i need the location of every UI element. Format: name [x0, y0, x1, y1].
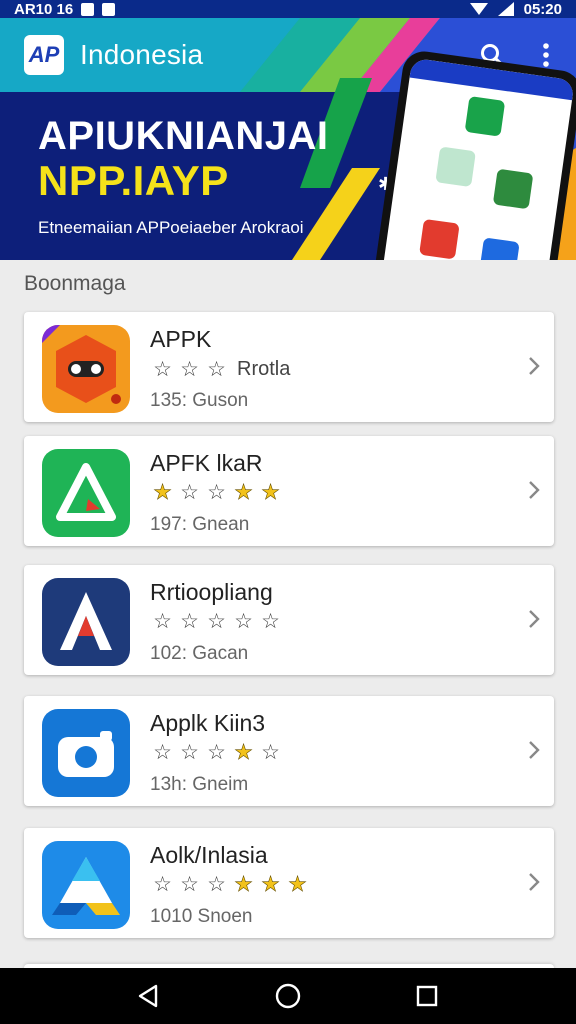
app-logo: AP — [24, 35, 64, 75]
owl-app-icon — [42, 325, 130, 413]
rating-row: ☆ ☆ ☆ ★ ☆ — [150, 741, 283, 764]
wifi-icon — [469, 3, 488, 15]
status-bar: AR10 16 05:20 — [0, 0, 576, 18]
star-empty-icon: ☆ — [180, 610, 199, 633]
signal-icon — [497, 2, 514, 16]
chevron-right-icon — [529, 357, 540, 375]
notification-icon — [81, 2, 95, 16]
notification-icon-2 — [102, 2, 116, 16]
app-card[interactable]: Aolk/Inlasia ☆ ☆ ☆ ★ ★ ★ 1010 Snoen — [24, 828, 554, 938]
star-empty-icon: ☆ — [180, 357, 199, 381]
star-empty-icon: ☆ — [234, 610, 253, 633]
star-filled-icon: ★ — [153, 481, 172, 504]
star-filled-icon: ★ — [234, 741, 253, 764]
rating-row: ☆ ☆ ☆ Rrotla — [150, 358, 290, 381]
star-empty-icon: ☆ — [261, 741, 280, 764]
star-empty-icon: ☆ — [207, 741, 226, 764]
app-name: Aolk/Inlasia — [150, 842, 268, 868]
star-empty-icon: ☆ — [153, 357, 172, 381]
star-empty-icon: ☆ — [180, 873, 199, 896]
drive-triangle-app-icon — [42, 841, 130, 929]
banner-tagline: Etneemaiian APPoeiaeber Arokraoi — [38, 218, 304, 237]
chevron-right-icon — [529, 741, 540, 759]
star-empty-icon: ☆ — [153, 610, 172, 633]
star-empty-icon: ☆ — [153, 741, 172, 764]
banner-text: APIUKNIANJAI NPP.IAYP Etneemaiian APPoei… — [38, 114, 368, 238]
rating-label: Rrotla — [237, 358, 291, 380]
app-title: Indonesia — [80, 39, 204, 70]
app-card[interactable]: APPK ☆ ☆ ☆ Rrotla 135: Guson — [24, 312, 554, 422]
status-time: 05:20 — [523, 0, 562, 18]
section-title: Boonmaga — [24, 272, 126, 295]
app-meta: 102: Gacan — [150, 643, 249, 664]
star-empty-icon: ☆ — [180, 481, 199, 504]
app-meta: 135: Guson — [150, 390, 249, 411]
rating-row: ☆ ☆ ☆ ★ ★ ★ — [150, 873, 310, 896]
chevron-right-icon — [529, 481, 540, 499]
app-card[interactable]: APFK lkaR ★ ☆ ☆ ★ ★ 197: Gnean — [24, 436, 554, 546]
star-empty-icon: ☆ — [261, 610, 280, 633]
star-filled-icon: ★ — [288, 873, 307, 896]
star-empty-icon: ☆ — [207, 873, 226, 896]
app-meta: 13h: Gneim — [150, 774, 249, 795]
rating-row: ☆ ☆ ☆ ☆ ☆ — [150, 611, 283, 633]
play-triangle-app-icon — [42, 449, 130, 537]
star-filled-icon: ★ — [261, 481, 280, 504]
phone-mockup — [372, 48, 576, 260]
star-empty-icon: ☆ — [180, 741, 199, 764]
back-icon[interactable] — [129, 976, 169, 1016]
chevron-right-icon — [529, 610, 540, 628]
app-card[interactable]: Rrtioopliang ☆ ☆ ☆ ☆ ☆ 102: Gacan — [24, 565, 554, 675]
more-vert-icon[interactable] — [532, 41, 560, 69]
letter-a-app-icon — [42, 578, 130, 666]
recents-icon[interactable] — [407, 976, 447, 1016]
star-empty-icon: ☆ — [207, 357, 226, 381]
banner-subtitle: NPP.IAYP — [38, 157, 229, 204]
app-name: Applk Kiin3 — [150, 710, 266, 736]
star-empty-icon: ☆ — [207, 610, 226, 633]
star-filled-icon: ★ — [234, 481, 253, 504]
camera-app-icon — [42, 709, 130, 797]
header-banner: ✱ AP Indonesia APIUKNIANJAI NPP.IAYP Etn… — [0, 18, 576, 260]
app-name: APFK lkaR — [150, 450, 263, 476]
star-filled-icon: ★ — [261, 873, 280, 896]
app-name: Rrtioopliang — [150, 579, 273, 605]
navigation-bar — [0, 968, 576, 1024]
app-meta: 197: Gnean — [150, 514, 250, 535]
app-card[interactable]: Applk Kiin3 ☆ ☆ ☆ ★ ☆ 13h: Gneim — [24, 696, 554, 806]
app-meta: 1010 Snoen — [150, 906, 253, 927]
home-icon[interactable] — [268, 976, 308, 1016]
logo-text: AP — [28, 42, 60, 67]
banner-title: APIUKNIANJAI — [38, 114, 329, 158]
status-text: AR10 16 — [14, 0, 74, 18]
star-filled-icon: ★ — [234, 873, 253, 896]
app-name: APPK — [150, 326, 212, 352]
star-empty-icon: ☆ — [153, 873, 172, 896]
star-empty-icon: ☆ — [207, 481, 226, 504]
rating-row: ★ ☆ ☆ ★ ★ — [150, 481, 283, 504]
chevron-right-icon — [529, 873, 540, 891]
